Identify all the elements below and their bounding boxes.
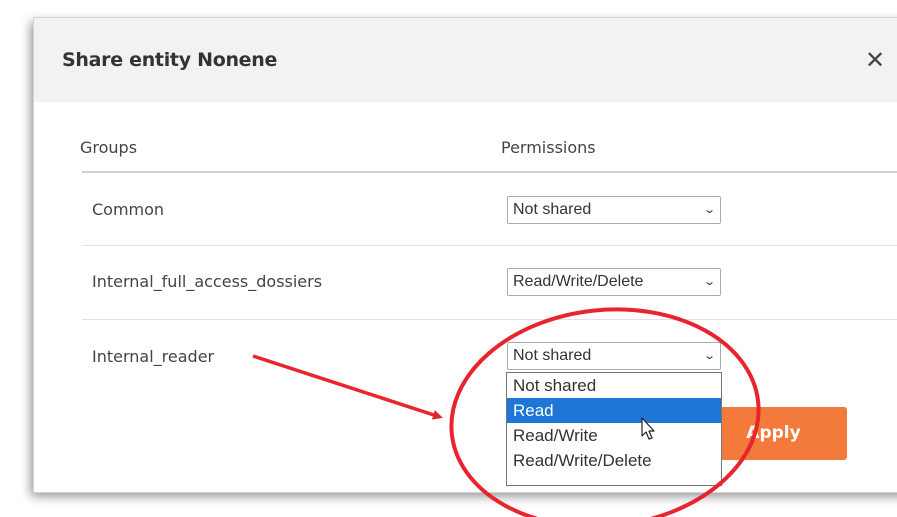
chevron-down-icon: ⌄ xyxy=(702,204,716,216)
group-name-common: Common xyxy=(92,200,165,219)
header-divider xyxy=(82,171,897,173)
group-name-internal-full-access: Internal_full_access_dossiers xyxy=(92,272,323,291)
row-divider xyxy=(82,319,897,320)
dialog-title: Share entity Nonene xyxy=(62,49,278,71)
permission-select-internal-reader[interactable]: Not shared ⌄ xyxy=(507,342,721,370)
dropdown-option-read-write[interactable]: Read/Write xyxy=(507,423,721,448)
permission-select-value: Not shared xyxy=(513,201,592,218)
chevron-down-icon: ⌄ xyxy=(702,276,716,288)
dropdown-option-read-write-delete[interactable]: Read/Write/Delete xyxy=(507,448,721,473)
dialog-header: Share entity Nonene ✕ xyxy=(34,18,897,102)
dropdown-option-read[interactable]: Read xyxy=(507,398,721,423)
dropdown-option-not-shared[interactable]: Not shared xyxy=(507,373,721,398)
close-icon[interactable]: ✕ xyxy=(865,48,885,72)
permission-select-internal-full-access[interactable]: Read/Write/Delete ⌄ xyxy=(507,268,721,296)
permission-select-common[interactable]: Not shared ⌄ xyxy=(507,196,721,224)
apply-button[interactable]: Apply xyxy=(700,407,847,460)
permission-dropdown-list: Not shared Read Read/Write Read/Write/De… xyxy=(506,372,722,486)
permission-select-value: Not shared xyxy=(513,347,592,364)
column-header-permissions: Permissions xyxy=(501,138,596,157)
row-divider xyxy=(82,245,897,246)
column-header-groups: Groups xyxy=(80,138,138,157)
share-dialog: Share entity Nonene ✕ Groups Permissions… xyxy=(34,18,897,492)
permission-select-value: Read/Write/Delete xyxy=(513,273,644,290)
group-name-internal-reader: Internal_reader xyxy=(92,347,215,366)
screenshot-stage: Share entity Nonene ✕ Groups Permissions… xyxy=(0,0,897,517)
chevron-down-icon: ⌄ xyxy=(702,350,716,362)
